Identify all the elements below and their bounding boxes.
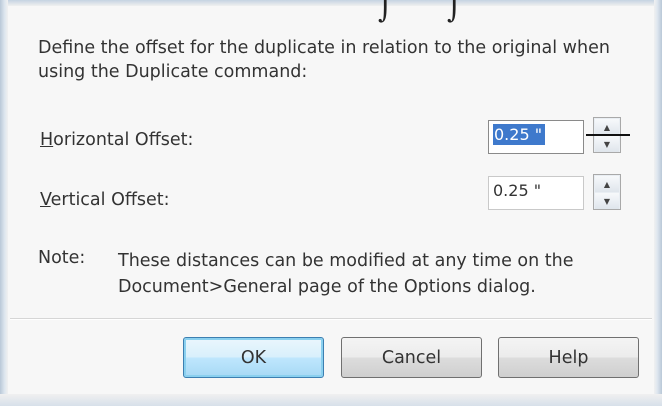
cropped-hook-icon: ⌡ <box>447 0 462 23</box>
window-frame-top <box>0 0 662 6</box>
note-label: Note: <box>38 248 86 268</box>
help-button[interactable]: Help <box>498 337 639 378</box>
horizontal-spin-up-icon[interactable]: ▲ <box>595 119 619 135</box>
button-separator <box>10 318 652 320</box>
vertical-spin-down-icon[interactable]: ▼ <box>595 193 619 209</box>
vertical-offset-input[interactable]: 0.25 " <box>488 176 584 210</box>
horizontal-spin-down-icon[interactable]: ▼ <box>595 136 619 152</box>
vertical-offset-value: 0.25 " <box>493 181 542 200</box>
ok-button[interactable]: OK <box>183 337 324 378</box>
note-text: These distances can be modified at any t… <box>118 251 574 297</box>
window-frame-left <box>0 0 8 406</box>
horizontal-offset-value: 0.25 " <box>493 124 546 145</box>
cancel-button[interactable]: Cancel <box>341 337 482 378</box>
horizontal-offset-label: Horizontal Offset: <box>40 130 193 150</box>
horizontal-offset-label-text: orizontal Offset: <box>53 130 194 150</box>
vertical-offset-label-text: ertical Offset: <box>50 190 170 210</box>
window-frame-bottom <box>0 394 662 406</box>
window-frame-right <box>654 0 662 406</box>
duplicate-offset-dialog: ⌡ ⌡ Define the offset for the duplicate … <box>0 0 662 406</box>
vertical-offset-spinner[interactable]: ▲ ▼ <box>593 174 621 210</box>
spin-cursor-line <box>586 134 630 136</box>
horizontal-offset-input[interactable]: 0.25 " <box>488 120 584 154</box>
cropped-hook-icon: ⌡ <box>378 0 393 23</box>
vertical-offset-accelerator: V <box>40 190 51 210</box>
dialog-description: Define the offset for the duplicate in r… <box>38 38 610 82</box>
horizontal-offset-accelerator: H <box>40 130 54 150</box>
vertical-spin-up-icon[interactable]: ▲ <box>595 176 619 192</box>
vertical-offset-label: Vertical Offset: <box>40 190 170 210</box>
